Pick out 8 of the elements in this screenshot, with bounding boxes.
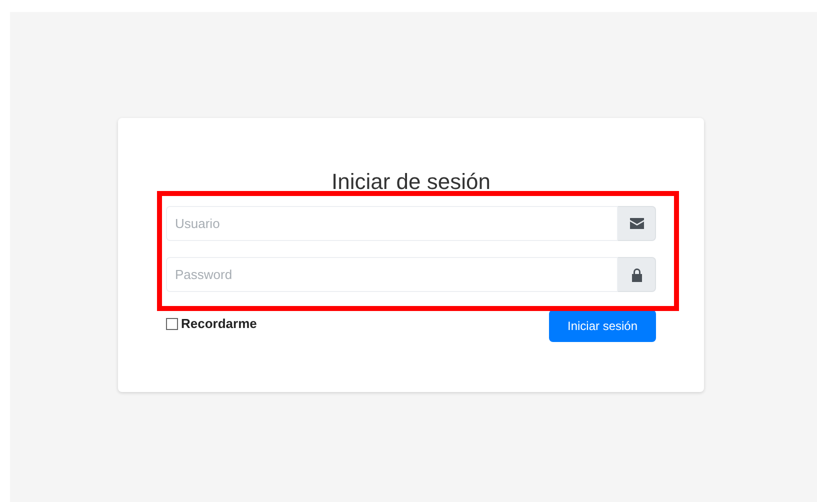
input-field[interactable]: Usuario — [166, 206, 618, 241]
envelope-icon — [630, 218, 644, 229]
lock-icon — [630, 268, 642, 282]
remember-label: Recordarme — [181, 315, 257, 333]
login-button[interactable]: Iniciar sesión — [549, 310, 656, 342]
input-field[interactable]: Password — [166, 257, 618, 292]
login-title: Iniciar de sesión — [330, 168, 492, 196]
remember-checkbox[interactable] — [166, 318, 178, 330]
